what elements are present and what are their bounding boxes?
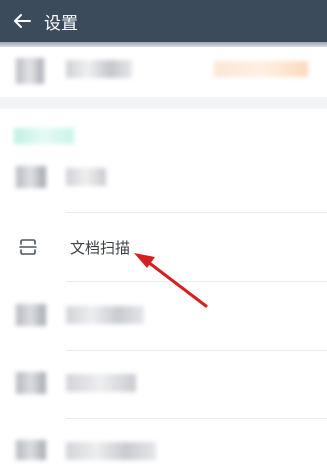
annotation-arrow — [134, 253, 208, 308]
